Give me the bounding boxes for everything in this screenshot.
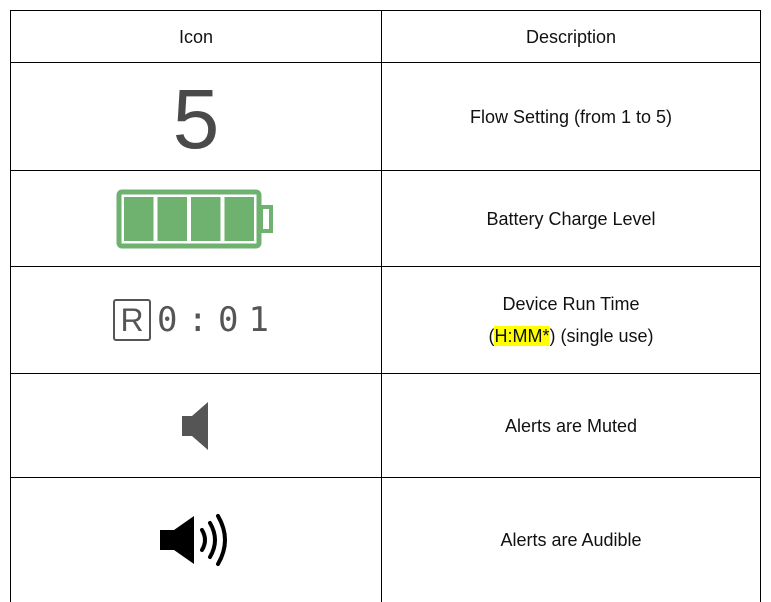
table-row-icon-cell xyxy=(11,171,381,266)
header-icon: Icon xyxy=(178,26,214,47)
battery-cell xyxy=(224,196,254,241)
run-time-r-label: R xyxy=(113,299,152,341)
speaker-muted-icon xyxy=(182,401,208,450)
battery-cell xyxy=(124,196,154,241)
table-right-border xyxy=(760,10,761,602)
run-time-icon: R 0:01 xyxy=(113,299,279,341)
table-row-icon-cell xyxy=(11,374,381,477)
battery-cell xyxy=(157,196,187,241)
battery-cell xyxy=(191,196,221,241)
table-row-icon-cell xyxy=(11,478,381,602)
flow-setting-5-icon: 5 xyxy=(172,71,220,166)
table-row-icon-cell: 5 xyxy=(11,63,381,170)
audible-description: Alerts are Audible xyxy=(500,530,642,550)
header-description: Description xyxy=(525,26,617,47)
icon-description-table: Icon Description 5 Flow Setting (from 1 … xyxy=(10,10,761,602)
speaker-audible-icon xyxy=(160,514,227,566)
run-time-description: Device Run Time (H:MM*) (single use) xyxy=(382,267,760,373)
muted-description: Alerts are Muted xyxy=(504,415,638,436)
run-time-description-line2: (H:MM*) (single use) xyxy=(488,320,654,352)
run-time-description-line1: Device Run Time xyxy=(502,294,640,314)
table-row-icon-cell: R 0:01 xyxy=(11,267,381,373)
format-suffix: ) (single use) xyxy=(549,326,654,346)
battery-full-icon xyxy=(116,189,273,248)
flow-setting-description: Flow Setting (from 1 to 5) xyxy=(469,106,673,127)
run-time-digits: 0:01 xyxy=(157,300,279,340)
highlighted-format: H:MM* xyxy=(494,326,550,346)
battery-description: Battery Charge Level xyxy=(486,208,656,229)
